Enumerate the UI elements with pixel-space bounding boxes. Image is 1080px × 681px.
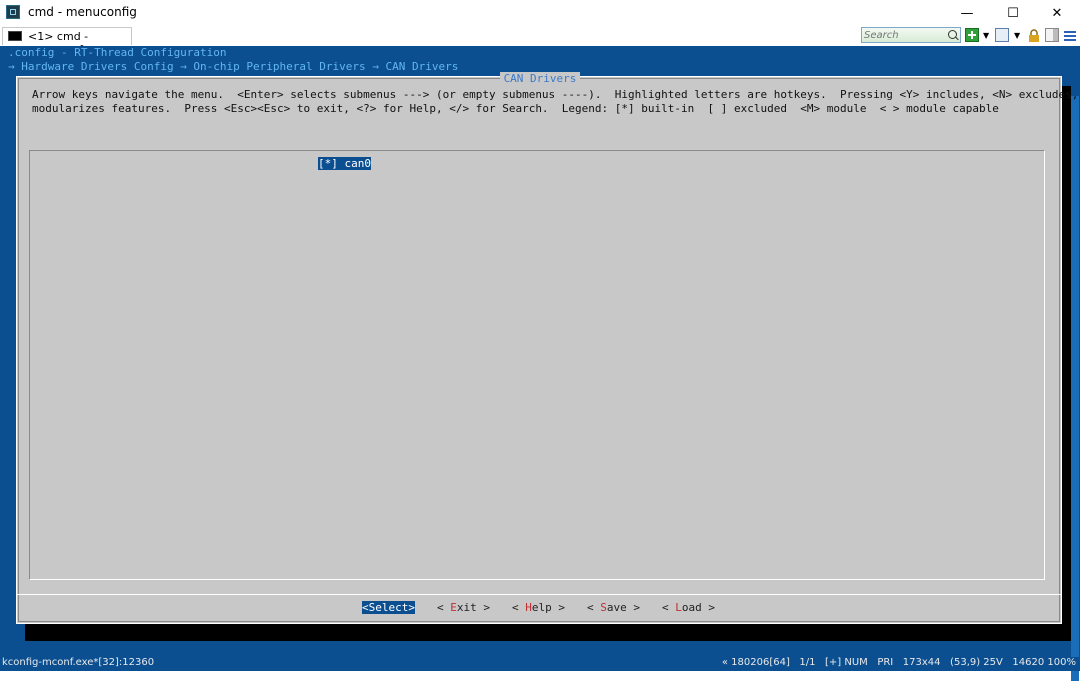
terminal-icon	[8, 31, 22, 41]
layout-icon[interactable]	[995, 28, 1009, 42]
status-process: kconfig-mconf.exe*[32]:12360	[2, 657, 155, 668]
help-text-line-1: Arrow keys navigate the menu. <Enter> se…	[32, 88, 1080, 101]
vertical-scrollbar[interactable]	[1070, 46, 1080, 681]
scrollbar-thumb[interactable]	[1071, 96, 1079, 681]
menu-item-label: can0	[344, 157, 372, 170]
menu-icon[interactable]	[1063, 28, 1077, 42]
new-console-icon[interactable]	[965, 28, 979, 42]
search-field[interactable]	[861, 27, 961, 43]
save-button[interactable]: < Save >	[587, 601, 640, 614]
menu-item-can0[interactable]: [*] can0	[318, 157, 371, 170]
lock-icon[interactable]	[1027, 28, 1041, 42]
menu-list-box	[29, 150, 1045, 580]
load-hotkey: L	[675, 601, 682, 614]
window-title: cmd - menuconfig	[28, 5, 137, 19]
maximize-button[interactable]: ☐	[990, 0, 1036, 26]
status-info: « 180206[64] 1/1 [+] NUM PRI 173x44 (53,…	[721, 657, 1076, 668]
search-icon[interactable]	[948, 30, 957, 39]
console-tab[interactable]: <1> cmd - menuconf	[2, 27, 132, 56]
exit-button[interactable]: < Exit >	[437, 601, 490, 614]
minimize-button[interactable]: —	[944, 0, 990, 26]
exit-hotkey: E	[450, 601, 457, 614]
help-hotkey: H	[525, 601, 532, 614]
save-hotkey: S	[600, 601, 607, 614]
config-title: .config - RT-Thread Configuration	[8, 46, 227, 59]
search-input[interactable]	[864, 28, 944, 42]
help-button[interactable]: < Help >	[512, 601, 565, 614]
panel-icon[interactable]	[1045, 28, 1059, 42]
console-app-icon	[6, 5, 20, 19]
menu-item-state: [*]	[318, 157, 338, 170]
title-bar: cmd - menuconfig — ☐ ✕	[0, 0, 1080, 26]
dropdown-icon[interactable]: ▼	[983, 31, 989, 40]
dialog-divider	[17, 594, 1061, 595]
status-bar: kconfig-mconf.exe*[32]:12360 « 180206[64…	[0, 657, 1080, 671]
select-button[interactable]: <Select>	[362, 601, 415, 614]
dropdown-icon[interactable]: ▼	[1014, 31, 1020, 40]
load-button[interactable]: < Load >	[662, 601, 715, 614]
help-text-line-2: modularizes features. Press <Esc><Esc> t…	[32, 102, 999, 115]
close-button[interactable]: ✕	[1034, 0, 1080, 26]
dialog-title: CAN Drivers	[0, 72, 1080, 85]
